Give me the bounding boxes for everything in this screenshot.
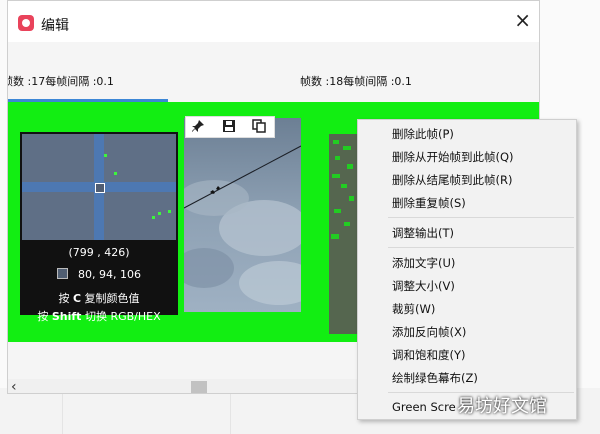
frame-label: 帧数 :17每帧间隔 :0.1 [7, 75, 114, 88]
hint-key: C [72, 292, 82, 305]
floating-toolbar [185, 116, 275, 138]
frame-thumbnail[interactable] [329, 134, 359, 334]
hint-text: 复制颜色值 [81, 292, 140, 305]
menu-item-green-screen-en[interactable]: Green Scre [392, 397, 456, 417]
color-swatch [57, 268, 68, 279]
title-bar: 编辑 × [8, 1, 539, 42]
menu-item-delete-duplicates[interactable]: 删除重复帧(S) [392, 193, 466, 213]
menu-item-delete-end-to-frame[interactable]: 删除从结尾帧到此帧(R) [392, 170, 512, 190]
menu-separator [388, 217, 574, 218]
frame-label: 帧数 :18每帧间隔 :0.1 [300, 75, 412, 88]
scroll-thumb[interactable] [191, 381, 207, 393]
menu-item-add-reverse-frames[interactable]: 添加反向帧(X) [392, 322, 466, 342]
copy-color-hint: 按 C 复制颜色值 [20, 290, 178, 306]
frame-thumbnail[interactable] [184, 118, 301, 312]
menu-item-green-screen[interactable]: 绘制绿色幕布(Z) [392, 368, 478, 388]
hint-key: Shift [51, 310, 82, 323]
green-pixel [168, 210, 171, 213]
green-pixel [104, 154, 107, 157]
window-title: 编辑 [41, 18, 69, 34]
rgb-value: 80, 94, 106 [78, 268, 141, 281]
pin-icon[interactable] [189, 119, 207, 137]
hint-text: 按 [37, 310, 52, 323]
green-pixel [158, 212, 161, 215]
background-divider [62, 388, 63, 434]
cursor-coordinates: (799 , 426) [68, 246, 130, 259]
menu-item-delete-start-to-frame[interactable]: 删除从开始帧到此帧(Q) [392, 147, 514, 167]
color-picker-magnifier: (799 , 426) 80, 94, 106 按 C 复制颜色值 按 Shif… [20, 132, 178, 323]
app-icon [18, 15, 34, 31]
watermark-text: 易坊好文馆 [457, 396, 547, 417]
menu-item-crop[interactable]: 裁剪(W) [392, 299, 435, 319]
background-divider [230, 388, 231, 434]
green-pixel [152, 216, 155, 219]
sky-image [184, 118, 301, 312]
save-icon[interactable] [220, 119, 238, 137]
green-pixel [114, 172, 117, 175]
context-menu: 删除此帧(P) 删除从开始帧到此帧(Q) 删除从结尾帧到此帧(R) 删除重复帧(… [357, 119, 577, 420]
menu-item-adjust-output[interactable]: 调整输出(T) [392, 223, 454, 243]
hint-text: 按 [58, 292, 73, 305]
magnified-view [22, 134, 176, 240]
menu-item-delete-frame[interactable]: 删除此帧(P) [392, 124, 454, 144]
crosshair-center [95, 183, 105, 193]
switch-format-hint: 按 Shift 切换 RGB/HEX [20, 308, 178, 324]
rgb-readout: 80, 94, 106 [20, 268, 178, 281]
copy-icon[interactable] [250, 119, 268, 137]
frame-preview-image [329, 134, 359, 334]
frames-header: 帧数 :17每帧间隔 :0.1 帧数 :18每帧间隔 :0.1 [8, 42, 539, 102]
close-icon[interactable]: × [514, 10, 531, 30]
hint-text: 切换 RGB/HEX [81, 310, 161, 323]
menu-item-saturation[interactable]: 调和饱和度(Y) [392, 345, 466, 365]
menu-item-resize[interactable]: 调整大小(V) [392, 276, 455, 296]
menu-item-add-text[interactable]: 添加文字(U) [392, 253, 455, 273]
menu-separator [388, 247, 574, 248]
scroll-left-icon[interactable]: ‹ [11, 379, 17, 393]
